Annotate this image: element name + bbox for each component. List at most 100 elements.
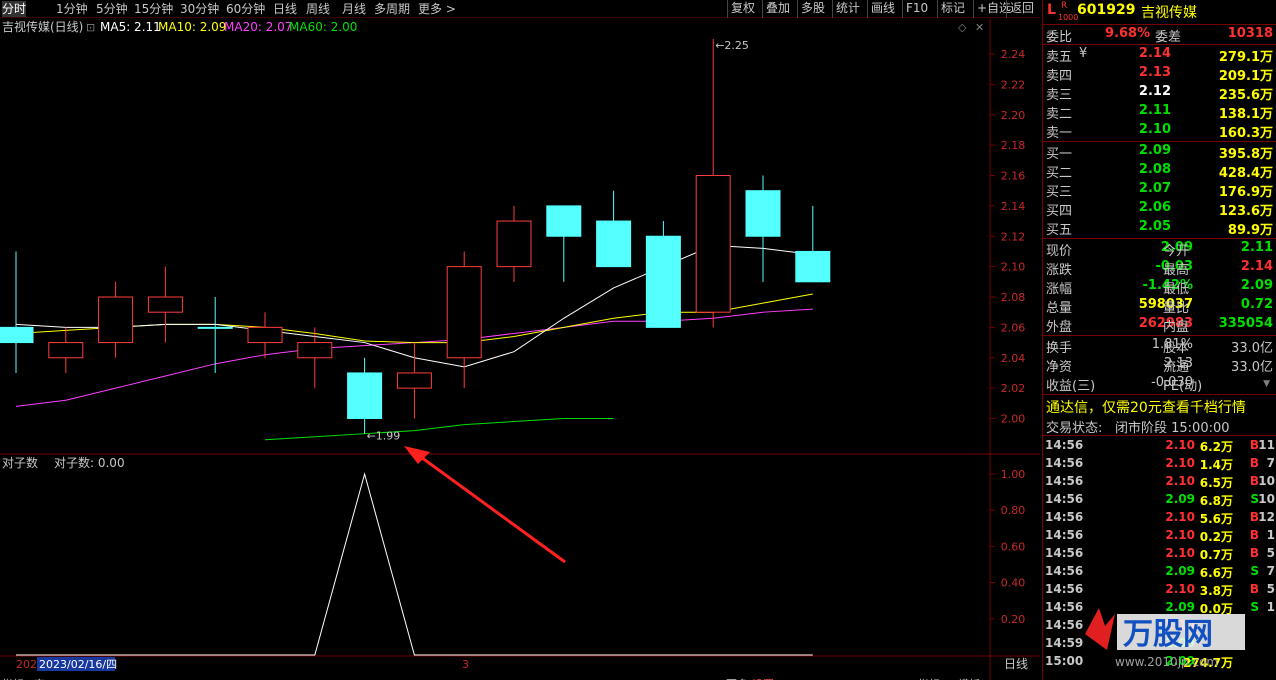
toolbar-button-3[interactable]: 统计 [832, 0, 863, 18]
stat2-label-2: 股本 [1163, 341, 1190, 356]
sub-title: 对子数 [2, 455, 38, 470]
ad-banner[interactable]: 通达信，仅需20元查看千档行情 [1043, 396, 1276, 416]
period-tab-5[interactable]: 60分钟 [226, 1, 265, 17]
candle-body[interactable] [546, 205, 582, 237]
candle-body[interactable] [496, 220, 532, 268]
close-icon[interactable]: ✕ [975, 21, 984, 34]
price-tick-label: 2.18 [1001, 139, 1026, 152]
tick-volume: 5.6万 [1199, 512, 1233, 526]
bid-label: 买二 [1046, 166, 1073, 181]
price-tick-label: 2.06 [1001, 321, 1026, 334]
candle-body[interactable] [745, 190, 781, 237]
tick-price: 2.09 [1165, 564, 1195, 578]
tick-time: 14:56 [1045, 438, 1084, 452]
stat-value-2: 335054 [1218, 316, 1273, 331]
tick-count: 7 [1266, 456, 1275, 470]
tick-row: 14:56 2.09 6.6万 S 7 [1043, 563, 1276, 581]
period-tab-7[interactable]: 周线 [306, 1, 330, 17]
stat-row-4: 外盘 262983 内盘 335054 [1043, 315, 1276, 335]
tick-row: 14:56 2.09 6.8万 S 10 [1043, 491, 1276, 509]
collapse-icon[interactable]: ⊡ [86, 21, 95, 34]
toolbar-button-5[interactable]: F10 [902, 0, 931, 18]
stock-name: 吉视传媒 [1141, 5, 1197, 21]
ask-volume: 235.6万 [1218, 88, 1273, 103]
code-sup: R [1061, 1, 1068, 11]
toolbar-button-2[interactable]: 多股 [797, 0, 828, 18]
candle-body[interactable] [446, 266, 482, 359]
candle-body[interactable] [48, 342, 84, 359]
ask-label: 卖三 [1046, 88, 1073, 103]
price-tick-label: 2.04 [1001, 352, 1026, 365]
period-tab-0[interactable]: 分时 [2, 1, 27, 17]
stat2-label-2: PE(动) [1163, 379, 1203, 394]
price-tick-label: 2.22 [1001, 78, 1026, 91]
period-tab-9[interactable]: 多周期 [374, 1, 410, 17]
ma10-line [15, 293, 813, 344]
toolbar-button-8[interactable]: 返回 [1006, 0, 1037, 18]
candle-body[interactable] [98, 296, 134, 344]
bid-label: 买一 [1046, 147, 1073, 162]
bid-row-0: 买一 2.09 395.8万 [1043, 142, 1276, 162]
annotation-arrow [413, 450, 566, 564]
period-tab-2[interactable]: 5分钟 [96, 1, 128, 17]
tick-volume: 3.8万 [1199, 584, 1233, 598]
stat-label-2: 量比 [1163, 301, 1190, 316]
candle-body[interactable] [795, 250, 831, 283]
stock-code: 601929 [1077, 2, 1136, 18]
toolbar-button-4[interactable]: 画线 [867, 0, 898, 18]
tick-side: B [1249, 456, 1259, 470]
tick-volume: 6.2万 [1199, 440, 1233, 454]
sub-tick-label: 0.80 [1001, 504, 1026, 517]
ask-volume: 209.1万 [1218, 69, 1273, 84]
dropdown-icon[interactable]: ▼ [1263, 379, 1270, 389]
candle-body[interactable] [197, 326, 233, 329]
stat-value-2: 2.09 [1240, 278, 1273, 293]
tick-time: 14:56 [1045, 582, 1084, 596]
ask-price: 2.12 [1138, 84, 1171, 99]
stat2-row-1: 净资 2.13 流通 33.0亿 [1043, 355, 1276, 375]
toolbar-button-6[interactable]: 标记 [937, 0, 968, 18]
yen-icon: ¥ [1079, 46, 1088, 61]
candle-body[interactable] [596, 220, 632, 268]
toolbar-button-1[interactable]: 叠加 [762, 0, 793, 18]
period-tab-10[interactable]: 更多 > [418, 1, 456, 17]
candle-body[interactable] [147, 296, 183, 313]
bid-price: 2.05 [1138, 219, 1171, 234]
ask-label: 卖一 [1046, 126, 1073, 141]
candle-body[interactable] [695, 175, 731, 313]
kline-chart[interactable]: 吉视传媒(日线) ⊡ MA5: 2.11MA10: 2.09MA20: 2.07MA… [0, 18, 1040, 680]
diamond-icon[interactable]: ◇ [958, 21, 967, 34]
ask-volume: 279.1万 [1218, 50, 1273, 65]
chart-title: 吉视传媒(日线) [2, 19, 83, 34]
bid-label: 买五 [1046, 223, 1073, 238]
stat2-value-2: 33.0亿 [1231, 341, 1273, 356]
tick-count: 7 [1266, 564, 1275, 578]
tick-row: 14:56 2.10 0.2万 B 1 [1043, 527, 1276, 545]
period-tab-1[interactable]: 1分钟 [56, 1, 88, 17]
stat2-label-2: 流通 [1163, 360, 1190, 375]
tick-volume: 6.8万 [1199, 494, 1233, 508]
ma60-line [264, 418, 614, 441]
period-tab-4[interactable]: 30分钟 [180, 1, 219, 17]
ask-label: 卖二 [1046, 107, 1073, 122]
bid-volume: 395.8万 [1218, 147, 1273, 162]
toolbar-button-0[interactable]: 复权 [727, 0, 758, 18]
quote-panel: L R 1000 601929 吉视传媒 委比 9.68% 委差 10318 卖五 ¥2.14 279… [1042, 0, 1276, 680]
stat-value-2: 2.11 [1240, 240, 1273, 255]
candle-body[interactable] [247, 326, 283, 344]
candle-body[interactable] [396, 372, 432, 389]
tick-price: 2.10 [1165, 510, 1195, 524]
tick-count: 5 [1266, 582, 1275, 596]
candle-body[interactable] [645, 235, 681, 328]
candle-body[interactable] [297, 342, 333, 359]
candle-body[interactable] [347, 372, 383, 419]
candle-body[interactable] [0, 326, 34, 344]
period-tab-8[interactable]: 月线 [342, 1, 366, 17]
bid-volume: 89.9万 [1227, 223, 1273, 238]
tick-time: 14:56 [1045, 564, 1084, 578]
tick-side: B [1249, 528, 1259, 542]
tick-count: 10 [1258, 474, 1275, 488]
period-tab-3[interactable]: 15分钟 [134, 1, 173, 17]
stock-header: L R 1000 601929 吉视传媒 [1043, 1, 1276, 23]
period-tab-6[interactable]: 日线 [273, 1, 297, 17]
